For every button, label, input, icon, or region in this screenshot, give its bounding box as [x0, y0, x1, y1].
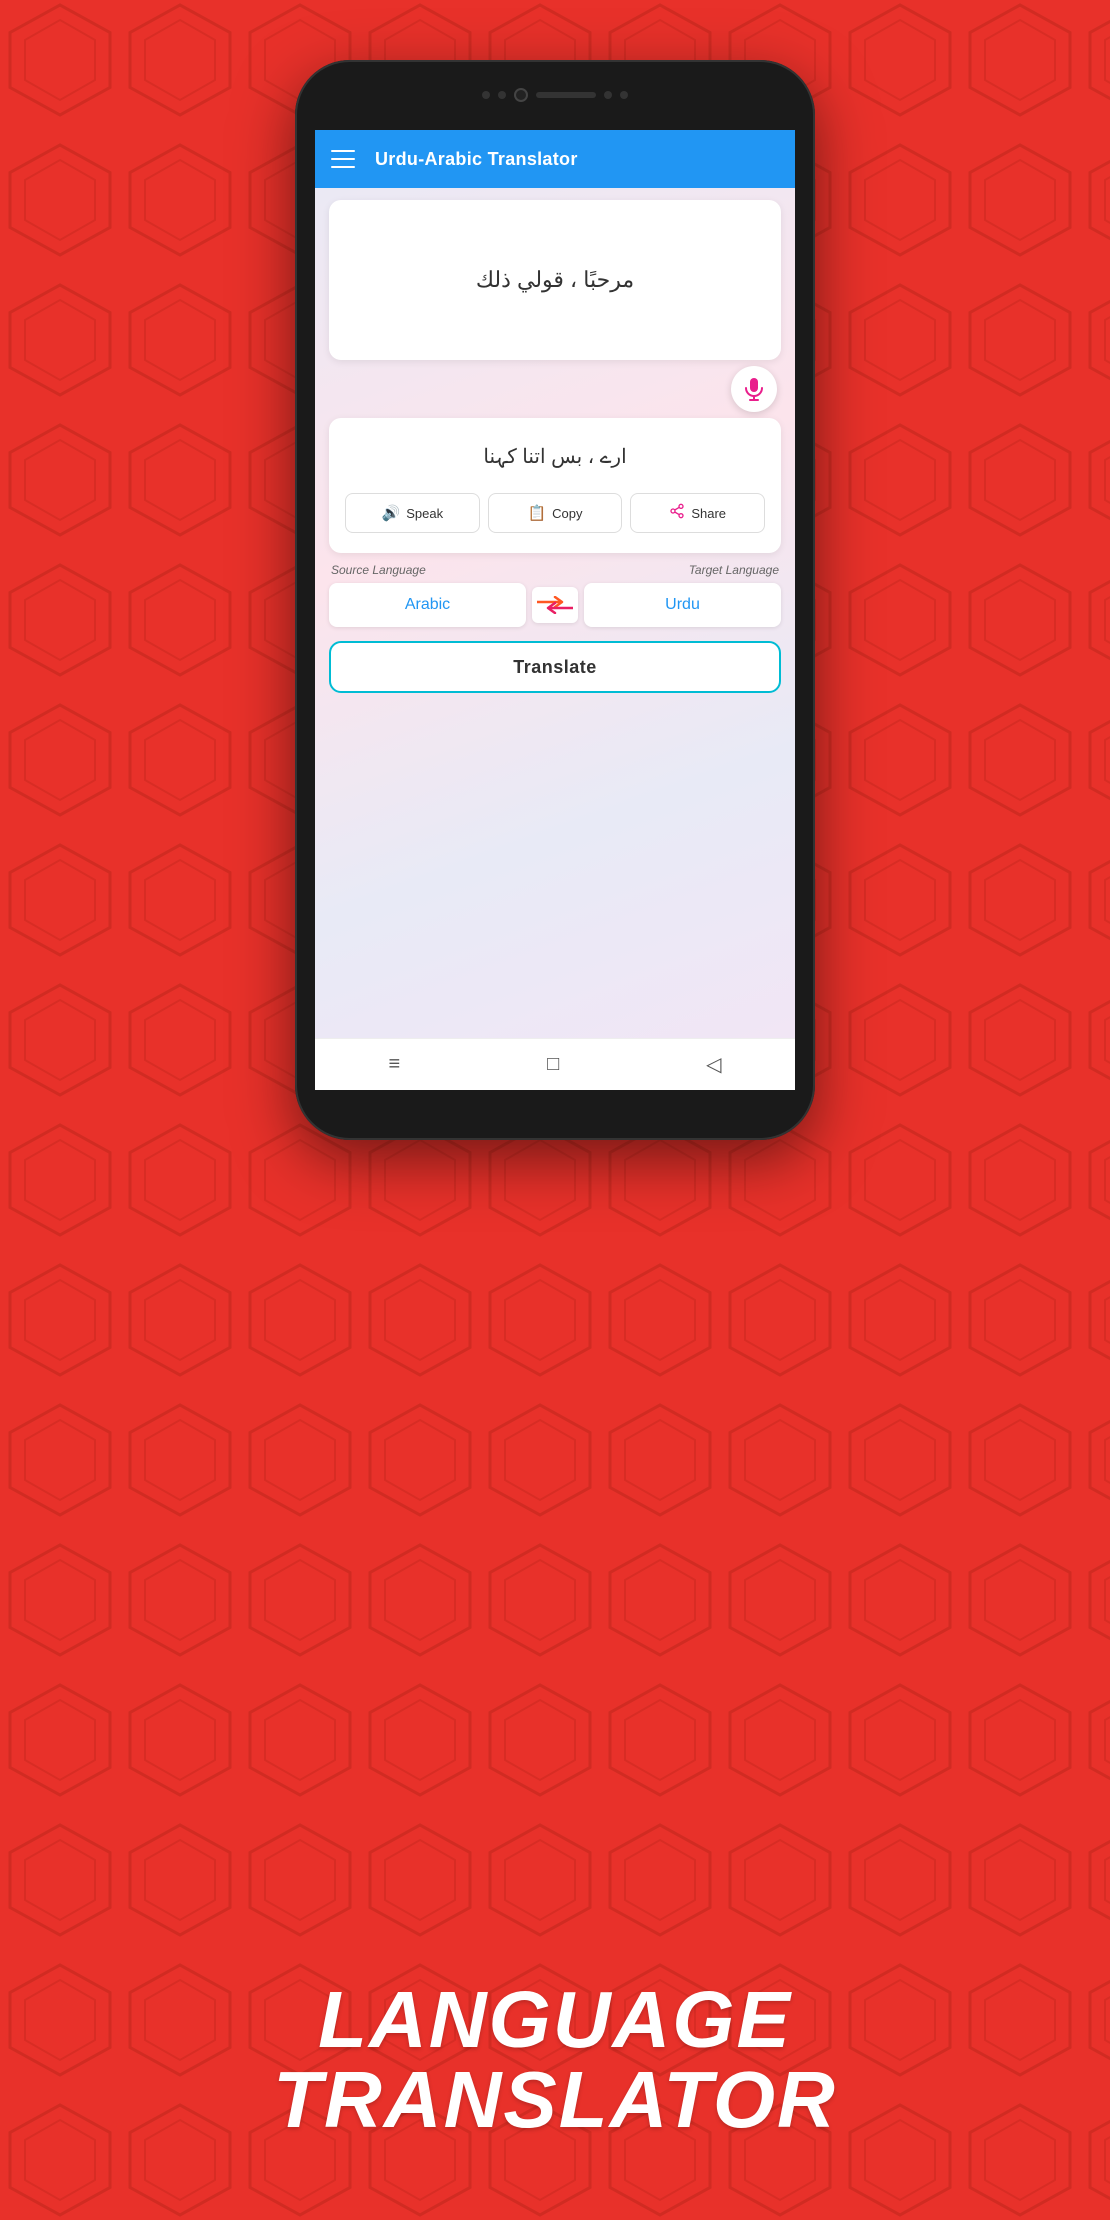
- source-language-text: Arabic: [405, 596, 450, 614]
- speak-label: Speak: [406, 506, 443, 521]
- mic-button[interactable]: [731, 366, 777, 412]
- sensor-dot-4: [620, 91, 628, 99]
- phone-screen: Urdu-Arabic Translator مرحبًا ، قولي ذلك: [315, 130, 795, 1090]
- translate-button[interactable]: Translate: [329, 641, 781, 693]
- phone-container: Urdu-Arabic Translator مرحبًا ، قولي ذلك: [295, 60, 815, 1140]
- phone-notch: [295, 60, 815, 130]
- language-section: Source Language Target Language Arabic: [329, 559, 781, 631]
- app-title: Urdu-Arabic Translator: [375, 149, 578, 170]
- sensor-dot-2: [498, 91, 506, 99]
- hamburger-menu-icon[interactable]: [331, 150, 355, 168]
- source-language-label: Source Language: [331, 563, 426, 577]
- copy-button[interactable]: 📋 Copy: [488, 493, 623, 533]
- urdu-output-text: ارے ، بس اتنا کہنا: [345, 434, 765, 479]
- sensor-dot-3: [604, 91, 612, 99]
- phone-body: Urdu-Arabic Translator مرحبًا ، قولي ذلك: [295, 60, 815, 1140]
- copy-label: Copy: [552, 506, 582, 521]
- swap-arrows-icon: [537, 596, 573, 614]
- app-bar: Urdu-Arabic Translator: [315, 130, 795, 188]
- nav-back-icon[interactable]: ◁: [706, 1052, 721, 1077]
- copy-icon: 📋: [527, 504, 546, 522]
- share-icon: [669, 503, 685, 523]
- bottom-navigation: ≡ □ ◁: [315, 1038, 795, 1090]
- swap-languages-button[interactable]: [532, 587, 578, 623]
- target-language-selector[interactable]: Urdu: [584, 583, 781, 627]
- mic-row: [329, 366, 781, 412]
- phone-bottom: [295, 1090, 815, 1140]
- earpiece: [536, 92, 596, 98]
- mic-icon: [744, 377, 764, 401]
- target-language-label: Target Language: [689, 563, 779, 577]
- nav-home-icon[interactable]: □: [547, 1053, 559, 1076]
- main-title-line1: LANGUAGE: [255, 1980, 855, 2060]
- screen-content: مرحبًا ، قولي ذلك ارے ، بس: [315, 188, 795, 1038]
- translation-input-box[interactable]: مرحبًا ، قولي ذلك: [329, 200, 781, 360]
- action-buttons-row: 🔊 Speak 📋 Copy: [345, 489, 765, 537]
- main-title-line2: TRANSLATOR: [255, 2060, 855, 2140]
- bottom-title-section: LANGUAGE TRANSLATOR: [255, 1980, 855, 2140]
- source-language-selector[interactable]: Arabic: [329, 583, 526, 627]
- sensor-dot-1: [482, 91, 490, 99]
- speak-button[interactable]: 🔊 Speak: [345, 493, 480, 533]
- camera-area: [482, 88, 628, 102]
- translation-output-box: ارے ، بس اتنا کہنا 🔊 Speak 📋 Copy: [329, 418, 781, 553]
- share-button[interactable]: Share: [630, 493, 765, 533]
- front-camera: [514, 88, 528, 102]
- share-label: Share: [691, 506, 726, 521]
- arabic-input-text: مرحبًا ، قولي ذلك: [476, 267, 634, 293]
- translate-button-label: Translate: [513, 657, 597, 678]
- nav-menu-icon[interactable]: ≡: [388, 1053, 400, 1076]
- target-language-text: Urdu: [665, 596, 700, 614]
- speak-icon: 🔊: [382, 504, 401, 522]
- language-labels: Source Language Target Language: [329, 563, 781, 577]
- language-selector-row: Arabic Urdu: [329, 583, 781, 627]
